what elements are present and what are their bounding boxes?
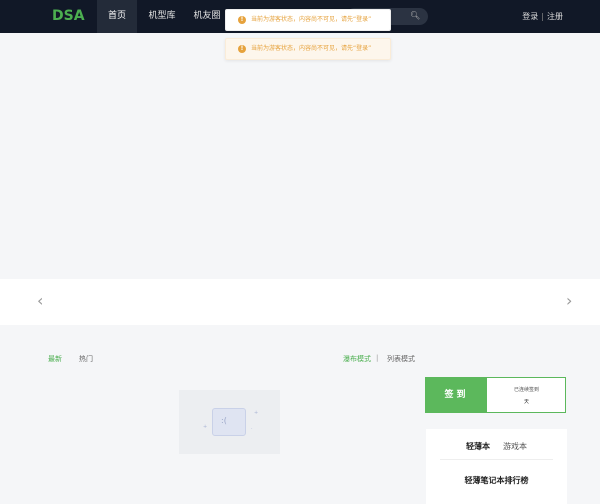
ranking-title: 轻薄笔记本排行榜 — [464, 476, 529, 485]
warning-icon: ! — [238, 45, 246, 53]
ranking-card: 轻薄本 游戏本 轻薄笔记本排行榜 — [426, 429, 567, 504]
toast-message: 当前为游客状态，内容尚不可见，请先“登录” — [251, 16, 372, 23]
warning-icon: ! — [238, 16, 246, 24]
tab-ultrabook[interactable]: 轻薄本 — [466, 441, 490, 452]
signin-streak-label: 已连续签到 — [513, 387, 539, 393]
carousel-prev-chevron-left-icon[interactable]: ‹ — [37, 293, 47, 309]
nav-model-library[interactable]: 机型库 — [144, 0, 180, 33]
guest-warning-toast: ! 当前为游客状态，内容尚不可见，请先“登录” — [225, 38, 391, 60]
auth-separator: | — [541, 12, 544, 21]
toast-message: 当前为游客状态，内容尚不可见，请先“登录” — [251, 45, 372, 52]
register-link[interactable]: 注册 — [547, 12, 563, 21]
divider — [440, 459, 553, 460]
carousel-next-chevron-right-icon[interactable]: › — [566, 293, 576, 309]
auth-links: 登录 | 注册 — [522, 0, 563, 33]
view-mode-list[interactable]: 列表模式 — [387, 354, 415, 364]
sparkle-icon: + — [203, 424, 208, 430]
sparkle-icon: · — [251, 426, 253, 432]
banner-carousel — [0, 279, 600, 325]
login-link[interactable]: 登录 — [522, 12, 538, 21]
nav-friends-circle[interactable]: 机友圈 — [190, 0, 224, 33]
signin-button[interactable]: 签到 — [426, 378, 487, 412]
view-mode-separator: | — [376, 354, 379, 362]
site-logo[interactable]: DSA — [52, 8, 85, 24]
empty-folder-icon: :( — [212, 408, 246, 436]
signin-streak: 已连续签到 天 — [487, 378, 566, 412]
search-icon[interactable]: 🔍︎ — [410, 11, 420, 21]
empty-state-placeholder: :( + + · — [179, 390, 280, 454]
view-mode-waterfall[interactable]: 瀑布模式 — [343, 354, 371, 364]
tab-hot[interactable]: 热门 — [79, 354, 93, 364]
tab-gaming-laptop[interactable]: 游戏本 — [503, 441, 527, 452]
tab-latest[interactable]: 最新 — [48, 354, 62, 364]
nav-home[interactable]: 首页 — [97, 0, 137, 33]
signin-streak-days: 天 — [523, 399, 529, 405]
sparkle-icon: + — [254, 410, 259, 416]
guest-warning-toast: ! 当前为游客状态，内容尚不可见，请先“登录” — [225, 9, 391, 31]
sad-face-icon: :( — [221, 416, 227, 425]
signin-card: 签到 已连续签到 天 — [425, 377, 566, 413]
